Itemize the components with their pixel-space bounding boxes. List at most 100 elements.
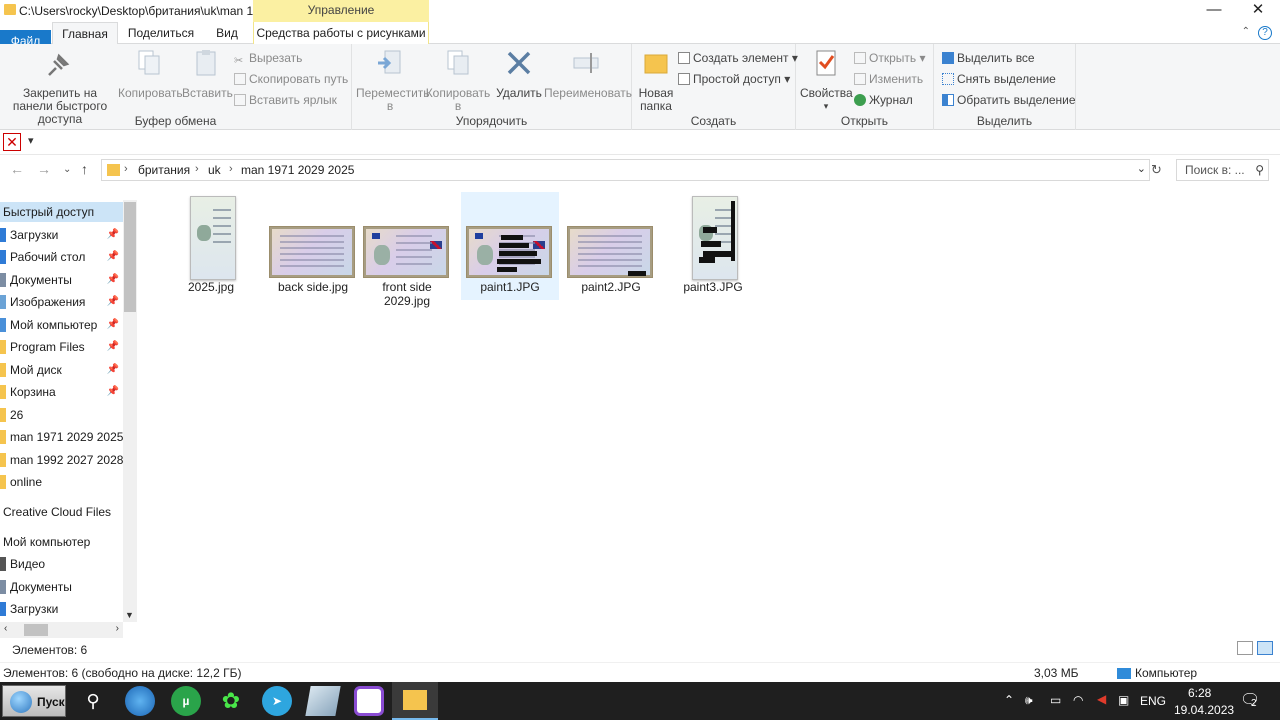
- chevron-right-icon[interactable]: ›: [229, 163, 233, 175]
- clock-time[interactable]: 6:28: [1188, 686, 1211, 700]
- sidebar-item[interactable]: Документы: [0, 577, 123, 597]
- easy-access-button[interactable]: Простой доступ ▾: [678, 70, 790, 88]
- nav-quick-access[interactable]: Быстрый доступ: [0, 202, 123, 222]
- file-item[interactable]: front side 2029.jpg: [358, 192, 456, 308]
- new-folder-button[interactable]: Новая папка: [636, 48, 676, 113]
- copy-path-button[interactable]: Скопировать путь: [234, 70, 348, 88]
- back-arrow-icon[interactable]: ←: [10, 161, 24, 177]
- pin-icon: [48, 53, 70, 76]
- telegram-icon[interactable]: ➤: [262, 686, 292, 716]
- notes-icon[interactable]: [305, 686, 341, 716]
- chevron-right-icon[interactable]: ›: [124, 163, 128, 175]
- start-button[interactable]: Пуск: [2, 685, 66, 717]
- copy-to-icon: [447, 50, 469, 75]
- edit-button[interactable]: Изменить: [854, 70, 923, 88]
- file-item[interactable]: back side.jpg: [264, 192, 362, 294]
- tab-view[interactable]: Вид: [203, 22, 251, 44]
- file-item[interactable]: paint3.JPG: [664, 192, 762, 294]
- sidebar-item[interactable]: Видео: [0, 554, 123, 574]
- sidebar-item[interactable]: online: [0, 472, 123, 492]
- refresh-icon[interactable]: ↻: [1151, 162, 1162, 178]
- breadcrumb-item[interactable]: британия: [138, 163, 190, 177]
- nav-my-computer[interactable]: Мой компьютер: [0, 532, 123, 552]
- nav-vertical-scrollbar[interactable]: ▼: [123, 200, 137, 622]
- history-button[interactable]: Журнал: [854, 91, 913, 109]
- sidebar-item[interactable]: Корзина 📌: [0, 382, 123, 402]
- clock-date[interactable]: 19.04.2023: [1174, 703, 1234, 717]
- help-icon[interactable]: ?: [1258, 26, 1272, 40]
- wifi-icon[interactable]: ◠: [1073, 693, 1083, 707]
- move-to-button[interactable]: Переместить в: [356, 48, 430, 113]
- sidebar-item[interactable]: man 1992 2027 2028: [0, 450, 123, 470]
- scrollbar-thumb[interactable]: [24, 624, 48, 636]
- close-button[interactable]: ✕: [1236, 0, 1280, 22]
- sidebar-item[interactable]: Мой диск 📌: [0, 360, 123, 380]
- large-icons-view-icon[interactable]: [1257, 641, 1273, 655]
- sidebar-item[interactable]: Изображения 📌: [0, 292, 123, 312]
- browser-icon[interactable]: [125, 686, 155, 716]
- search-input[interactable]: Поиск в: ... ⚲: [1176, 159, 1269, 181]
- tab-share[interactable]: Поделиться: [121, 22, 201, 44]
- volume-icon[interactable]: 🕪: [1025, 693, 1033, 708]
- paste-shortcut-button[interactable]: Вставить ярлык: [234, 91, 337, 109]
- copy-button[interactable]: Копировать: [118, 48, 183, 100]
- notification-count: 2: [1251, 698, 1257, 709]
- file-item[interactable]: paint1.JPG: [461, 192, 559, 300]
- chevron-left-icon[interactable]: ‹: [4, 623, 7, 634]
- delete-quick-icon[interactable]: ✕: [3, 133, 21, 151]
- utorrent-icon[interactable]: µ: [171, 686, 201, 716]
- new-item-button[interactable]: Создать элемент ▾: [678, 49, 798, 67]
- tab-picture-tools[interactable]: Средства работы с рисунками: [253, 22, 429, 44]
- address-bar[interactable]: › британия › uk › man 1971 2029 2025 ⌄: [101, 159, 1150, 181]
- tab-home[interactable]: Главная: [52, 22, 118, 45]
- sidebar-item[interactable]: Документы 📌: [0, 270, 123, 290]
- search-icon[interactable]: ⚲: [78, 686, 108, 716]
- open-button[interactable]: Открыть ▾: [854, 49, 926, 67]
- sidebar-item[interactable]: Загрузки 📌: [0, 225, 123, 245]
- language-indicator[interactable]: ENG: [1140, 694, 1166, 708]
- details-view-icon[interactable]: [1237, 641, 1253, 655]
- sidebar-item[interactable]: 26: [0, 405, 123, 425]
- nav-creative-cloud[interactable]: Creative Cloud Files: [0, 502, 123, 522]
- invert-selection-button[interactable]: Обратить выделение: [942, 91, 1076, 109]
- chevron-right-icon[interactable]: ›: [116, 623, 119, 634]
- chevron-up-icon[interactable]: ⌃: [1242, 26, 1250, 37]
- copy-to-button[interactable]: Копировать в: [424, 48, 492, 113]
- chevron-down-icon[interactable]: ⌄: [1137, 162, 1146, 175]
- ribbon-tabs: Файл Главная Поделиться Вид Средства раб…: [0, 22, 1280, 52]
- cut-button[interactable]: ✂ Вырезать: [234, 49, 302, 67]
- delete-button[interactable]: Удалить: [494, 48, 544, 100]
- rename-button[interactable]: Переименовать: [544, 48, 632, 100]
- file-item[interactable]: 2025.jpg: [162, 192, 260, 294]
- scrollbar-thumb[interactable]: [124, 202, 136, 312]
- paste-button[interactable]: Вставить: [182, 48, 233, 100]
- invert-selection-icon: [942, 94, 954, 106]
- status-size: 3,03 МБ: [1034, 666, 1079, 680]
- app-icon[interactable]: [354, 686, 384, 716]
- icq-icon[interactable]: ✿: [216, 686, 246, 716]
- sidebar-item[interactable]: Рабочий стол 📌: [0, 247, 123, 267]
- up-arrow-icon[interactable]: ↑: [81, 161, 88, 177]
- recent-locations-icon[interactable]: ⌄: [63, 164, 71, 175]
- select-all-button[interactable]: Выделить все: [942, 49, 1035, 67]
- chevron-right-icon[interactable]: ›: [195, 163, 199, 175]
- sidebar-item[interactable]: Мой компьютер 📌: [0, 315, 123, 335]
- sidebar-item[interactable]: Загрузки: [0, 599, 123, 619]
- alert-icon[interactable]: ◀: [1097, 692, 1106, 706]
- network-icon[interactable]: ▣: [1118, 693, 1129, 707]
- nav-horizontal-scrollbar[interactable]: ‹ ›: [0, 622, 123, 638]
- forward-arrow-icon[interactable]: →: [37, 161, 51, 177]
- customize-toolbar-dropdown[interactable]: ▾: [28, 134, 34, 147]
- properties-button[interactable]: Свойства ▾: [800, 48, 853, 113]
- chevron-down-icon[interactable]: ▼: [125, 610, 134, 620]
- sidebar-item-label: Мой компьютер: [10, 318, 98, 332]
- file-item[interactable]: paint2.JPG: [562, 192, 660, 294]
- select-all-icon: [942, 52, 954, 64]
- select-none-button[interactable]: Снять выделение: [942, 70, 1056, 88]
- show-hidden-icons-icon[interactable]: ⌃: [1004, 693, 1014, 707]
- sidebar-item[interactable]: Program Files 📌: [0, 337, 123, 357]
- breadcrumb-item[interactable]: man 1971 2029 2025: [241, 163, 354, 177]
- battery-icon[interactable]: ▭: [1050, 693, 1061, 707]
- sidebar-item[interactable]: man 1971 2029 2025: [0, 427, 123, 447]
- breadcrumb-item[interactable]: uk: [208, 163, 221, 177]
